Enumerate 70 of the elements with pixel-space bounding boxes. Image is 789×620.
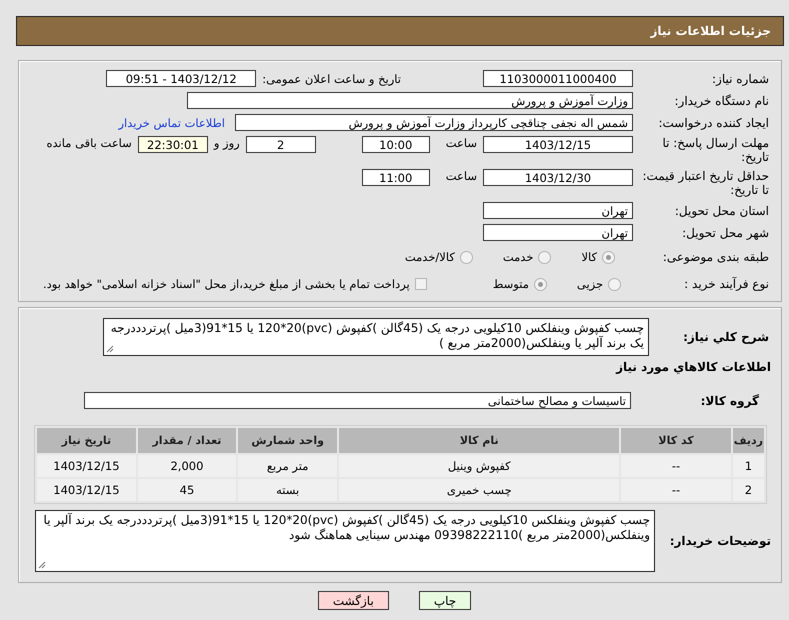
date-field[interactable]: 1403/12/15 xyxy=(483,136,633,153)
requester-field[interactable]: شمس اله نجفی چناقچی کارپرداز وزارت آموزش و پرورش xyxy=(235,114,633,131)
column-header: واحد شمارش xyxy=(238,428,338,453)
time-field[interactable]: 11:00 xyxy=(362,169,430,186)
table-cell: چسب خمیری xyxy=(339,479,620,501)
option-label: کالا/خدمت xyxy=(404,250,455,264)
resize-grip-icon[interactable] xyxy=(106,345,114,353)
option-label: پرداخت تمام یا بخشی از مبلغ خرید،از محل "اسناد خزانه اسلامی" خواهد بود. xyxy=(43,277,410,291)
option-label: متوسط xyxy=(492,277,529,291)
radio-button[interactable] xyxy=(602,250,615,264)
field-label: مهلت ارسال پاسخ: تا تاریخ: xyxy=(661,136,770,164)
table-cell: -- xyxy=(621,455,731,477)
option-label: خدمت xyxy=(502,250,534,264)
radio-button[interactable] xyxy=(608,278,622,290)
summary-field[interactable]: چسب کفپوش وینفلکس 10کیلویی درجه یک (45گالن )کفپوش (pvc)120*20 یا 15*91(3میل )پرتردددرجه یک برند آلپر یا وینفلکس(2000متر مربع ) xyxy=(103,318,649,356)
field-label: نام دستگاه خریدار: xyxy=(674,94,770,108)
contact-link[interactable]: اطلاعات تماس خریدار xyxy=(118,116,225,130)
summary-text: چسب کفپوش وینفلکس 10کیلویی درجه یک (45گالن )کفپوش (pvc)120*20 یا 15*91(3میل )پرتردددرجه یک برند آلپر یا وینفلکس(2000متر مربع ) xyxy=(110,321,644,350)
buyer-org-field[interactable]: وزارت آموزش و پرورش xyxy=(187,92,633,109)
section-title: اطلاعات کالاهاي مورد نياز xyxy=(614,359,772,374)
date-field[interactable]: 1403/12/30 xyxy=(483,169,633,186)
table-cell: متر مربع xyxy=(238,455,338,477)
field-label: طبقه بندی موضوعی: xyxy=(662,250,770,264)
column-header: ردیف xyxy=(732,428,764,453)
field-label: حداقل تاریخ اعتبار قیمت: تا تاریخ: xyxy=(641,169,770,197)
need-number-field[interactable]: 1103000011000400 xyxy=(483,70,633,87)
goods-group-field[interactable]: تاسیسات و مصالح ساختمانی xyxy=(84,392,631,409)
city-field[interactable]: تهران xyxy=(483,224,633,241)
buyer-notes-field[interactable]: چسب کفپوش وینفلکس 10کیلویی درجه یک (45گالن )کفپوش (pvc)120*20 یا 15*91(3میل )پرتردددرجه یک برند آلپر یا وینفلکس(2000متر مربع )09398222110 مهندس سینایی هماهنگ شود xyxy=(35,510,655,572)
column-header: تاریخ نیاز xyxy=(37,428,136,453)
field-label: شرح کلي نياز: xyxy=(682,330,770,344)
field-label: ساعت باقی مانده xyxy=(46,136,132,150)
table-cell: بسته xyxy=(238,479,338,501)
table-cell: -- xyxy=(621,479,731,501)
field-label: استان محل تحویل: xyxy=(674,204,770,218)
option-label: جزیی xyxy=(576,277,604,291)
print-button[interactable]: چاپ xyxy=(418,591,472,610)
time-field[interactable]: 10:00 xyxy=(362,136,430,153)
field-label: ایجاد کننده درخواست: xyxy=(657,116,770,130)
table-cell: 2 xyxy=(732,479,764,501)
notes-text: چسب کفپوش وینفلکس 10کیلویی درجه یک (45گالن )کفپوش (pvc)120*20 یا 15*91(3میل )پرتردددرجه یک برند آلپر یا وینفلکس(2000متر مربع )09398222110 مهندس سینایی هماهنگ شود xyxy=(44,513,650,542)
field-label: تاریخ و ساعت اعلان عمومی: xyxy=(262,72,401,86)
back-button[interactable]: بازگشت xyxy=(318,591,389,610)
field-label: نوع فرآیند خرید : xyxy=(683,277,770,291)
field-label: ساعت xyxy=(446,136,477,150)
countdown-field[interactable]: 22:30:01 xyxy=(138,136,208,153)
field-label: شماره نیاز: xyxy=(711,72,770,86)
table-cell: 45 xyxy=(138,479,236,501)
radio-button[interactable] xyxy=(460,250,473,264)
province-field[interactable]: تهران xyxy=(483,202,633,219)
option-label: کالا xyxy=(581,250,597,264)
column-header: تعداد / مقدار xyxy=(138,428,236,453)
checkbox[interactable] xyxy=(414,278,427,290)
radio-button[interactable] xyxy=(534,278,547,290)
table-cell: کفپوش وینیل xyxy=(339,455,620,477)
announce-date-field[interactable]: 1403/12/12 - 09:51 xyxy=(106,70,256,87)
page-title: جزئیات اطلاعات نیاز xyxy=(650,24,771,38)
radio-button[interactable] xyxy=(538,250,552,264)
column-header: نام کالا xyxy=(339,428,620,453)
field-label: شهر محل تحویل: xyxy=(681,226,770,240)
table-cell: 2,000 xyxy=(138,455,236,477)
column-header: کد کالا xyxy=(621,428,731,453)
table-cell: 1403/12/15 xyxy=(37,455,136,477)
field-label: ساعت xyxy=(446,169,477,183)
field-label: توضیحات خریدار: xyxy=(668,534,772,548)
field-label: روز و xyxy=(214,136,240,150)
resize-grip-icon[interactable] xyxy=(38,561,46,569)
table-cell: 1 xyxy=(732,455,764,477)
table-cell: 1403/12/15 xyxy=(37,479,136,501)
days-field[interactable]: 2 xyxy=(246,136,316,153)
